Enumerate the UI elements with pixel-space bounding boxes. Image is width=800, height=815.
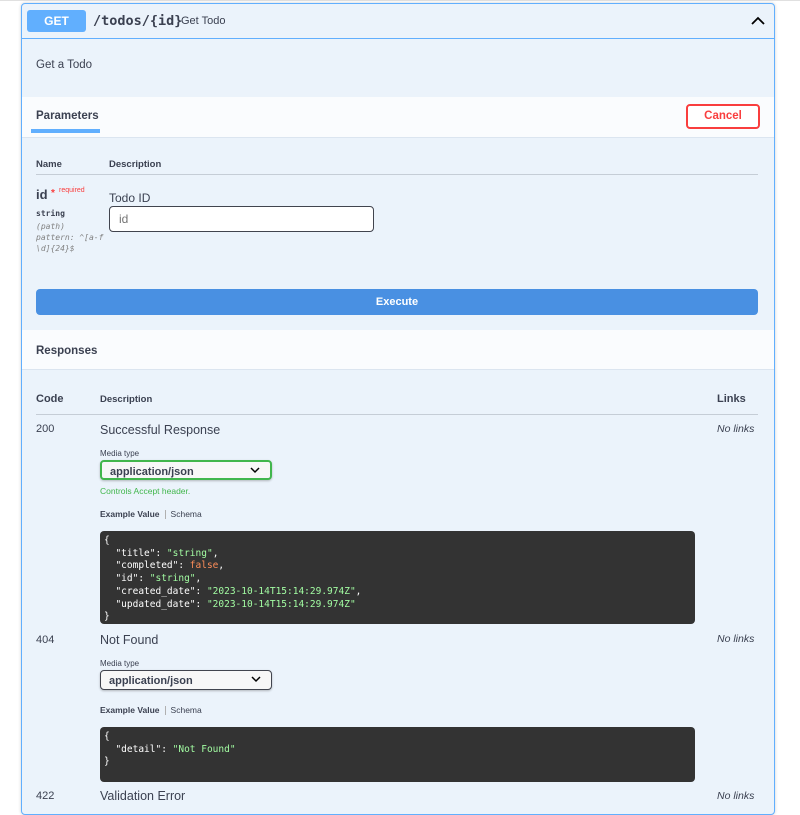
param-name: id [36,187,48,202]
response-code-404: 404 [36,634,55,646]
json-line: "detail": "Not Found" [104,743,236,755]
response-links-422: No links [717,790,755,802]
json-brace-close: } [104,611,110,623]
media-type-value: application/json [110,466,194,478]
json-brace-open: { [104,535,110,546]
param-location: (path) [36,222,65,231]
json-line: "completed": false, [104,560,225,572]
example-value-code-200: { "title": "string", "completed": false,… [100,531,695,624]
response-code-422: 422 [36,790,55,802]
response-description-200: Successful Response [100,423,221,437]
json-value: "2023-10-14T15:14:29.974Z" [206,598,356,610]
response-header-divider [36,414,758,415]
tab-parameters[interactable]: Parameters [36,110,99,122]
response-links-404: No links [717,633,755,645]
json-line: "created_date": "2023-10-14T15:14:29.974… [104,585,362,597]
example-schema-tabs: Example Value Schema [100,705,202,716]
parameters-header [22,97,774,138]
response-col-links: Links [717,393,746,405]
execute-button[interactable]: Execute [36,289,758,315]
chevron-up-icon[interactable] [749,12,767,30]
param-col-name: Name [36,159,62,170]
param-header-divider [36,174,758,175]
operation-summary-text: Get Todo [181,15,226,27]
json-line: "id": "string", [104,573,202,585]
chevron-down-icon [251,676,261,683]
param-description: Todo ID [109,191,151,205]
param-type: string [36,209,65,218]
json-key: "detail": [104,743,173,755]
param-pattern: pattern: ^[a-f\d]{24}$ [36,233,104,253]
json-line: "title": "string", [104,547,219,559]
response-description-404: Not Found [100,633,159,647]
media-type-select-200[interactable]: application/json [100,460,272,480]
id-input[interactable] [109,206,374,232]
endpoint-path[interactable]: /todos/{id} [93,13,182,29]
example-schema-tabs: Example Value Schema [100,509,202,520]
operation-block-get-todo: GET /todos/{id} Get Todo Get a Todo Para… [21,3,775,815]
media-type-value: application/json [109,675,193,687]
tab-active-indicator [31,129,100,133]
operation-summary[interactable]: GET /todos/{id} Get Todo [22,4,774,39]
controls-accept-note: Controls Accept header. [100,486,191,496]
json-value: "Not Found" [172,743,236,755]
param-col-description: Description [109,159,162,170]
operation-description-area [22,39,774,97]
responses-title: Responses [36,345,98,357]
json-value: "2023-10-14T15:14:29.974Z" [206,585,356,597]
json-key: "id": [104,573,150,585]
tab-schema[interactable]: Schema [171,705,202,715]
response-col-code: Code [36,393,64,405]
cancel-button[interactable]: Cancel [686,104,760,129]
media-type-label: Media type [100,449,140,458]
chevron-down-icon [250,467,260,474]
example-value-code-404: { "detail": "Not Found" } [100,727,695,782]
json-key: "title": [104,547,167,559]
json-key: "completed": [104,560,190,572]
response-col-description: Description [100,394,153,405]
json-value: "string" [166,547,213,559]
tab-example-value[interactable]: Example Value [100,509,160,519]
required-star: * [51,188,55,199]
required-label: required [59,187,85,194]
response-description-422: Validation Error [100,789,186,803]
json-value: false [189,560,219,572]
window-top-border [0,0,800,1]
tab-schema[interactable]: Schema [171,509,202,519]
json-key: "created_date": [104,585,207,597]
operation-description: Get a Todo [36,59,93,71]
responses-header [22,330,774,370]
tab-example-value[interactable]: Example Value [100,705,160,715]
json-line: "updated_date": "2023-10-14T15:14:29.974… [104,598,356,610]
tab-separator [164,510,166,520]
response-code-200: 200 [36,423,55,435]
response-links-200: No links [717,423,755,435]
json-brace-open: { [104,731,110,742]
json-brace-close: } [104,756,110,768]
json-value: "string" [149,573,196,585]
json-key: "updated_date": [104,598,207,610]
tab-separator [164,706,166,716]
media-type-label: Media type [100,659,140,668]
media-type-select-404[interactable]: application/json [100,670,272,690]
http-method-badge: GET [27,10,86,32]
